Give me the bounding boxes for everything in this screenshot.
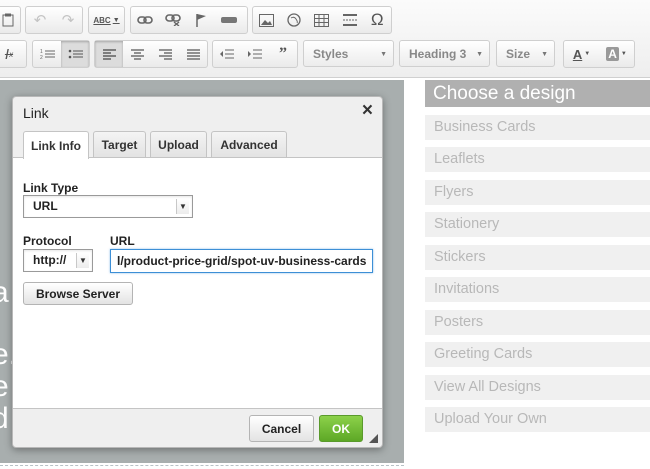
chevron-down-icon: ▼ (176, 199, 189, 214)
protocol-label: Protocol (23, 234, 72, 248)
insert-group: Ω (252, 6, 392, 34)
link-type-select[interactable]: URL ▼ (23, 195, 193, 218)
url-input[interactable]: l/product-price-grid/spot-uv-business-ca… (110, 249, 373, 273)
styles-combo[interactable]: Styles ▼ (303, 40, 394, 67)
undo-icon[interactable]: ↶ (26, 7, 54, 33)
link-type-value: URL (33, 199, 58, 213)
align-group (94, 40, 208, 68)
numbered-list-icon[interactable]: 12 (33, 41, 61, 67)
divider (0, 465, 404, 466)
align-left-icon[interactable] (95, 41, 123, 67)
sidebar-item-posters[interactable]: Posters (425, 309, 650, 335)
styles-combo-label: Styles (313, 46, 349, 61)
sidebar-item-leaflets[interactable]: Leaflets (425, 147, 650, 172)
flash-icon[interactable] (281, 7, 309, 33)
tab-upload[interactable]: Upload (150, 131, 207, 158)
cancel-button[interactable]: Cancel (249, 415, 314, 442)
clipboard-group (0, 6, 21, 34)
link-info-panel: Link Type URL ▼ Protocol http:// ▼ URL l… (13, 157, 382, 409)
horizontal-rule-icon[interactable] (215, 7, 243, 33)
tab-target[interactable]: Target (93, 131, 146, 158)
tab-advanced[interactable]: Advanced (211, 131, 287, 158)
align-right-icon[interactable] (151, 41, 179, 67)
indent-icon[interactable] (241, 41, 269, 67)
unlink-icon[interactable] (159, 7, 187, 33)
align-center-icon[interactable] (123, 41, 151, 67)
page-text-fragment: a (0, 276, 9, 309)
spellcheck-icon[interactable]: ABC ▼ (89, 7, 124, 33)
size-combo-label: Size (506, 46, 531, 61)
sidebar-item-stickers[interactable]: Stickers (425, 244, 650, 270)
list-group: 12 (32, 40, 90, 68)
link-type-label: Link Type (23, 181, 79, 195)
sidebar-item-invitations[interactable]: Invitations (425, 277, 650, 302)
svg-text:2: 2 (40, 55, 43, 60)
chevron-down-icon: ▼ (541, 51, 548, 58)
size-combo[interactable]: Size ▼ (496, 40, 555, 67)
chevron-down-icon: ▼ (380, 51, 387, 58)
link-dialog: Link × Link Info Target Upload Advanced … (12, 96, 383, 448)
chevron-down-icon: ▼ (76, 253, 89, 268)
indent-group: ” (212, 40, 298, 68)
bulleted-list-icon[interactable] (61, 41, 89, 67)
page-text-fragment: e (0, 370, 9, 403)
format-combo[interactable]: Heading 3 ▼ (399, 40, 490, 67)
page-text-fragment: d (0, 402, 9, 435)
justify-icon[interactable] (179, 41, 207, 67)
browse-server-button[interactable]: Browse Server (23, 282, 133, 305)
paste-icon[interactable] (0, 7, 20, 33)
sidebar-item-upload-your-own[interactable]: Upload Your Own (425, 407, 650, 432)
remove-format-icon[interactable]: Ix (0, 41, 23, 67)
anchor-flag-icon[interactable] (187, 7, 215, 33)
editor-toolbar: ↶ ↷ ABC ▼ Ω I x 1 2 ” Styles ▼ Heading 3… (0, 0, 650, 78)
ok-button[interactable]: OK (319, 415, 363, 442)
spellcheck-group: ABC ▼ (88, 6, 125, 34)
sidebar-item-business-cards[interactable]: Business Cards (425, 114, 650, 140)
text-color-icon[interactable]: A ▼ (564, 41, 599, 67)
undo-group: ↶ ↷ (25, 6, 83, 34)
blockquote-icon[interactable]: ” (269, 41, 297, 67)
color-group: A ▼ A ▼ (563, 40, 635, 68)
link-icon[interactable] (131, 7, 159, 33)
design-sidebar: Choose a design Business Cards Leaflets … (425, 80, 650, 432)
bg-color-icon[interactable]: A ▼ (599, 41, 634, 67)
sidebar-item-view-all-designs[interactable]: View All Designs (425, 374, 650, 400)
resize-grip-icon[interactable] (369, 434, 378, 443)
table-icon[interactable] (308, 7, 336, 33)
redo-icon[interactable]: ↷ (54, 7, 82, 33)
sidebar-title: Choose a design (425, 80, 650, 107)
url-label: URL (110, 234, 135, 248)
sidebar-item-stationery[interactable]: Stationery (425, 212, 650, 237)
close-icon[interactable]: × (362, 100, 373, 122)
tab-link-info[interactable]: Link Info (23, 131, 89, 159)
image-icon[interactable] (253, 7, 281, 33)
protocol-select[interactable]: http:// ▼ (23, 249, 93, 272)
format-group: Ix (0, 40, 27, 68)
format-combo-label: Heading 3 (409, 46, 467, 61)
page-break-icon[interactable] (336, 7, 364, 33)
special-char-icon[interactable]: Ω (363, 7, 391, 33)
sidebar-item-flyers[interactable]: Flyers (425, 179, 650, 205)
dialog-title: Link (23, 105, 49, 121)
link-group (130, 6, 248, 34)
protocol-value: http:// (33, 253, 67, 267)
editor-screen: ↶ ↷ ABC ▼ Ω I x 1 2 ” Styles ▼ Heading 3… (0, 0, 650, 469)
sidebar-item-greeting-cards[interactable]: Greeting Cards (425, 342, 650, 367)
outdent-icon[interactable] (213, 41, 241, 67)
chevron-down-icon: ▼ (476, 51, 483, 58)
